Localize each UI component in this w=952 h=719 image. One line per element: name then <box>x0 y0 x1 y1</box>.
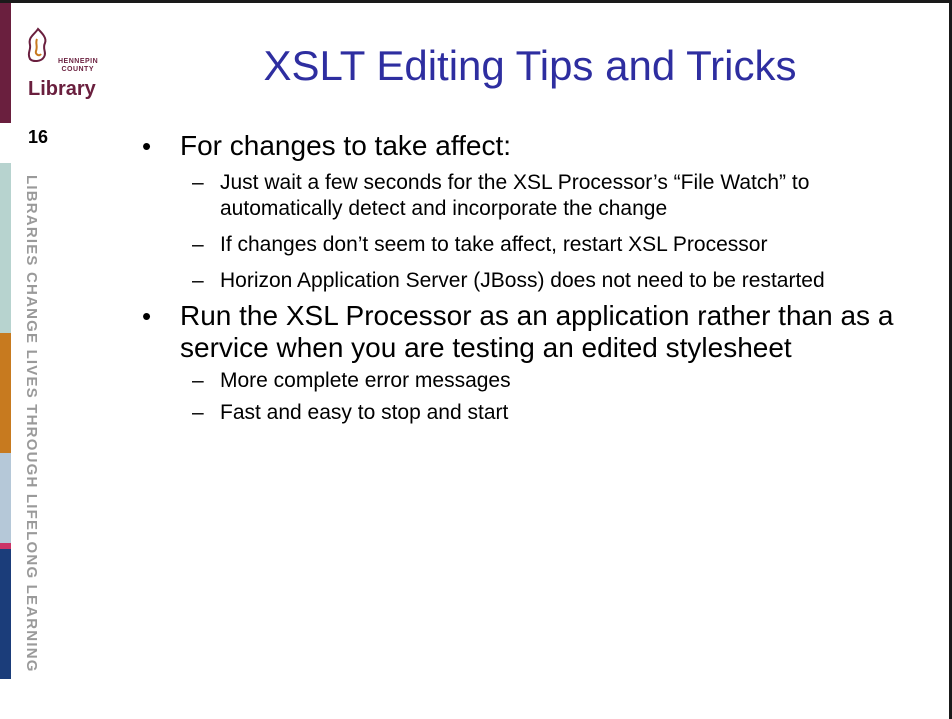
dash-marker: – <box>192 369 204 392</box>
bullet-text: For changes to take affect: <box>180 130 512 161</box>
sub-bullet-text: Horizon Application Server (JBoss) does … <box>220 269 825 292</box>
bullet-item: • For changes to take affect: – Just wait… <box>110 130 930 294</box>
sub-bullet-text: More complete error messages <box>220 369 511 392</box>
sub-bullet-item: – If changes don’t seem to take affect, r… <box>180 232 860 258</box>
bullet-list: • For changes to take affect: – Just wait… <box>110 130 930 426</box>
dash-marker: – <box>192 269 204 292</box>
strip-segment-plum <box>0 3 11 123</box>
strip-segment-orange <box>0 333 11 453</box>
slide-title: XSLT Editing Tips and Tricks <box>263 42 797 89</box>
sub-bullet-item: – More complete error messages <box>180 368 860 394</box>
color-strip <box>0 3 11 719</box>
dash-marker: – <box>192 401 204 424</box>
logo-line-hennepin: HENNEPIN <box>58 58 99 65</box>
strip-segment-teal <box>0 163 11 333</box>
hennepin-library-logo: HENNEPIN COUNTY Library <box>20 21 102 101</box>
sub-bullet-text: Just wait a few seconds for the XSL Proc… <box>220 171 810 220</box>
bullet-dot: • <box>142 131 152 161</box>
logo-line-county: COUNTY <box>61 66 94 73</box>
dash-marker: – <box>192 233 204 256</box>
sidebar: HENNEPIN COUNTY Library 16 LIBRARIES CHA… <box>0 3 110 719</box>
sub-bullet-text: Fast and easy to stop and start <box>220 401 509 424</box>
strip-segment-blue <box>0 453 11 543</box>
sub-bullet-item: – Fast and easy to stop and start <box>180 400 860 426</box>
sub-bullet-item: – Horizon Application Server (JBoss) does… <box>180 268 860 294</box>
strip-segment-navy <box>0 549 11 679</box>
logo-word: Library <box>28 78 96 100</box>
strip-segment-gap <box>0 123 11 163</box>
vertical-tagline: LIBRARIES CHANGE LIVES THROUGH LIFELONG … <box>23 175 40 673</box>
bullet-text: Run the XSL Processor as an application … <box>180 300 894 363</box>
dash-marker: – <box>192 171 204 194</box>
tagline-container: LIBRARIES CHANGE LIVES THROUGH LIFELONG … <box>16 175 46 675</box>
sub-bullet-item: – Just wait a few seconds for the XSL Pro… <box>180 170 860 222</box>
top-border <box>0 0 952 3</box>
slide: HENNEPIN COUNTY Library 16 LIBRARIES CHA… <box>0 0 952 719</box>
slide-content: • For changes to take affect: – Just wait… <box>110 130 930 436</box>
bullet-dot: • <box>142 301 152 331</box>
sub-bullet-text: If changes don’t seem to take affect, re… <box>220 233 768 256</box>
bullet-item: • Run the XSL Processor as an applicatio… <box>110 300 930 426</box>
strip-segment-end <box>0 679 11 719</box>
slide-number: 16 <box>28 127 49 147</box>
sub-bullet-list: – Just wait a few seconds for the XSL Pro… <box>180 170 930 294</box>
sub-bullet-list: – More complete error messages – Fast and … <box>180 368 930 426</box>
flame-icon <box>27 27 47 63</box>
